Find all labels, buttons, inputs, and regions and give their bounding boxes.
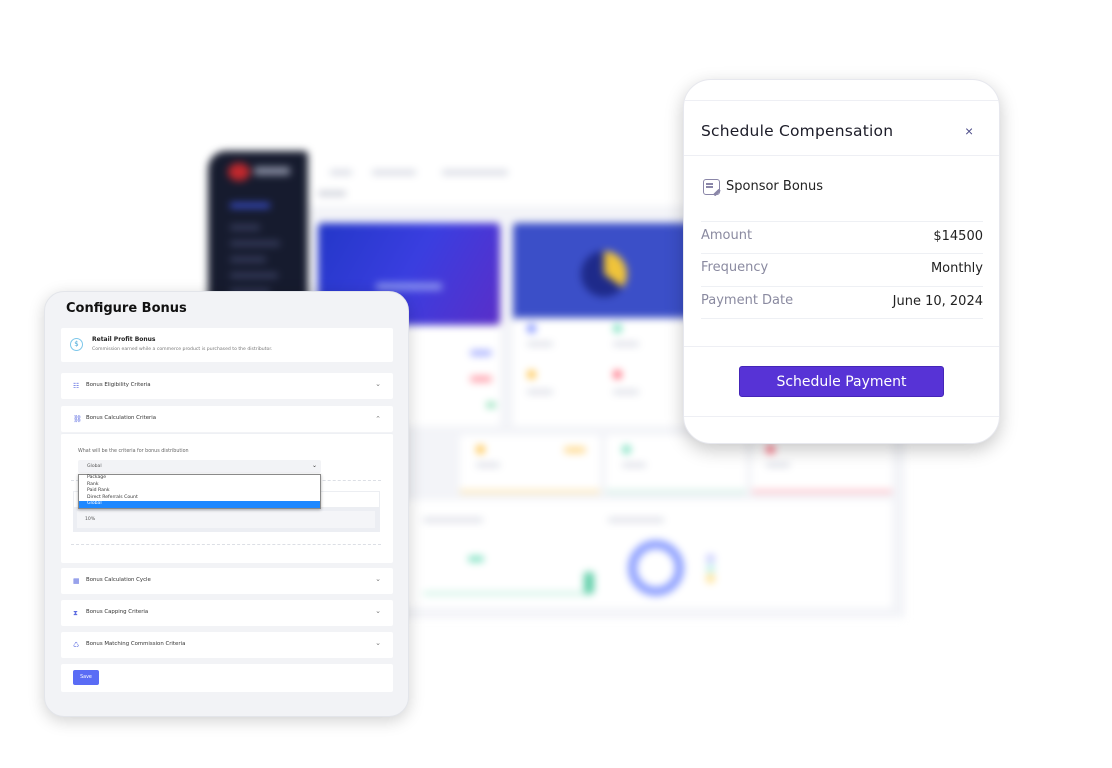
divider xyxy=(684,346,999,347)
percentage-row: 10% xyxy=(73,508,380,532)
select-value: Global xyxy=(87,464,102,469)
bg-stats-card xyxy=(513,318,693,426)
hourglass-icon: ⧗ xyxy=(73,609,78,617)
bonus-summary-card: $ Retail Profit Bonus Commission earned … xyxy=(61,328,393,362)
save-section: Save xyxy=(61,664,393,692)
link-icon: ⛓ xyxy=(73,415,82,423)
accordion-bonus-capping-criteria[interactable]: ⧗ Bonus Capping Criteria ⌄ xyxy=(61,600,393,626)
bg-nav-item xyxy=(230,203,270,208)
frequency-row: Frequency Monthly xyxy=(701,253,983,285)
close-icon[interactable]: × xyxy=(965,123,973,139)
list-icon: ☷ xyxy=(73,382,80,390)
option-direct-referrals-count[interactable]: Direct Referrals Count xyxy=(79,495,320,502)
chevron-up-icon[interactable]: ⌃ xyxy=(375,415,381,423)
divider xyxy=(71,544,381,545)
accordion-label: Bonus Eligibility Criteria xyxy=(86,382,151,388)
divider xyxy=(701,318,983,319)
accordion-label: Bonus Calculation Criteria xyxy=(86,415,157,421)
accordion-label: Bonus Capping Criteria xyxy=(86,609,149,615)
option-paid-rank[interactable]: Paid Rank xyxy=(79,488,320,495)
calendar-icon: ▦ xyxy=(73,577,80,585)
percentage-input[interactable]: 10% xyxy=(77,511,375,528)
divider xyxy=(684,155,999,156)
bg-nav-item xyxy=(230,257,266,262)
payment-date-value: June 10, 2024 xyxy=(892,294,983,309)
option-global[interactable]: Global xyxy=(79,501,320,508)
amount-row: Amount $14500 xyxy=(701,221,983,253)
payment-date-row: Payment Date June 10, 2024 xyxy=(701,286,983,318)
chevron-down-icon[interactable]: ⌄ xyxy=(375,575,381,583)
distribution-criteria-label: What will be the criteria for bonus dist… xyxy=(78,449,189,454)
accordion-label: Bonus Calculation Cycle xyxy=(86,577,151,583)
distribution-criteria-options: Package Rank Paid Rank Direct Referrals … xyxy=(78,474,321,509)
bonus-description: Commission earned while a commerce produ… xyxy=(92,347,273,352)
bg-breadcrumb xyxy=(318,191,346,196)
coin-icon: $ xyxy=(70,338,83,351)
save-button[interactable]: Save xyxy=(73,670,99,685)
divider xyxy=(684,100,999,101)
recycle-icon: ♺ xyxy=(73,641,80,649)
divider xyxy=(684,416,999,417)
accordion-bonus-matching-commission-criteria[interactable]: ♺ Bonus Matching Commission Criteria ⌄ xyxy=(61,632,393,658)
bg-nav-item xyxy=(230,241,280,246)
frequency-value: Monthly xyxy=(930,261,983,276)
payment-date-label: Payment Date xyxy=(701,293,794,308)
accordion-label: Bonus Matching Commission Criteria xyxy=(86,641,186,647)
bg-chart-card xyxy=(513,223,693,323)
amount-label: Amount xyxy=(701,228,753,243)
configure-bonus-title: Configure Bonus xyxy=(66,301,187,316)
chevron-down-icon: ⌄ xyxy=(311,462,317,469)
chevron-down-icon[interactable]: ⌄ xyxy=(375,380,381,388)
amount-value: $14500 xyxy=(933,229,983,244)
bonus-calculation-body: What will be the criteria for bonus dist… xyxy=(61,433,393,563)
frequency-label: Frequency xyxy=(701,260,769,275)
bg-tab xyxy=(372,170,416,175)
bg-nav-item xyxy=(230,225,260,230)
bg-logo-icon xyxy=(228,163,250,181)
bg-tab xyxy=(330,170,352,175)
chevron-down-icon[interactable]: ⌄ xyxy=(375,607,381,615)
accordion-bonus-calculation-cycle[interactable]: ▦ Bonus Calculation Cycle ⌄ xyxy=(61,568,393,594)
bg-pie-icon xyxy=(581,251,627,297)
distribution-criteria-select[interactable]: Global ⌄ xyxy=(78,460,321,473)
bonus-title: Retail Profit Bonus xyxy=(92,336,156,343)
bg-nav-item xyxy=(230,273,278,278)
accordion-bonus-eligibility-criteria[interactable]: ☷ Bonus Eligibility Criteria ⌄ xyxy=(61,373,393,399)
bg-tab xyxy=(442,170,508,175)
bg-donut-icon xyxy=(628,540,684,596)
edit-document-icon xyxy=(703,179,720,195)
chevron-down-icon[interactable]: ⌄ xyxy=(375,639,381,647)
configure-bonus-panel: Configure Bonus $ Retail Profit Bonus Co… xyxy=(44,291,409,717)
schedule-payment-button[interactable]: Schedule Payment xyxy=(739,366,944,397)
option-rank[interactable]: Rank xyxy=(79,482,320,489)
bonus-name: Sponsor Bonus xyxy=(726,179,824,194)
option-package[interactable]: Package xyxy=(79,475,320,482)
schedule-compensation-modal: Schedule Compensation × Sponsor Bonus Am… xyxy=(683,79,1000,444)
modal-title: Schedule Compensation xyxy=(701,122,894,140)
bg-logo-text xyxy=(254,167,290,175)
accordion-bonus-calculation-criteria[interactable]: ⛓ Bonus Calculation Criteria ⌃ xyxy=(61,406,393,432)
bg-kpi-card xyxy=(460,435,600,493)
percentage-value: 10% xyxy=(85,517,96,522)
